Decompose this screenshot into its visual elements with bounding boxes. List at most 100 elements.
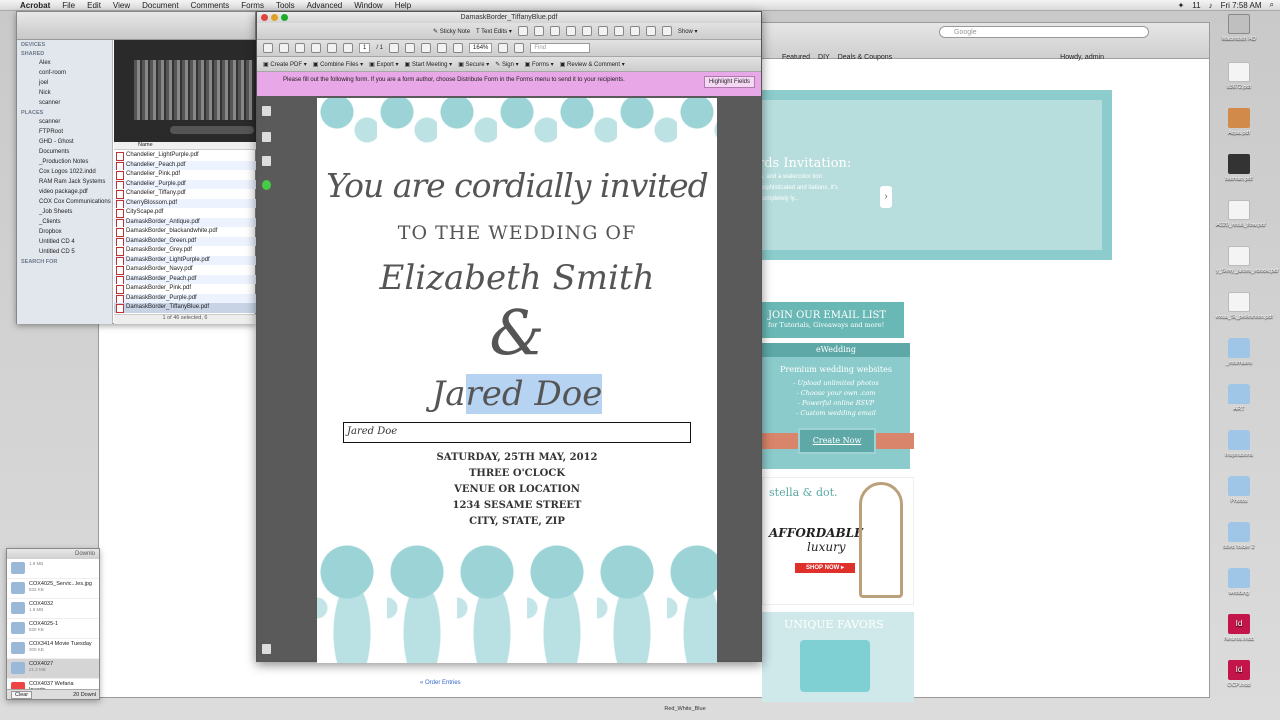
- file-row[interactable]: DamaskBorder_blackandwhite.pdf: [114, 227, 256, 237]
- arrow-icon[interactable]: [613, 26, 624, 36]
- sticky-note-button[interactable]: ✎ Sticky Note: [433, 28, 470, 35]
- secure-button[interactable]: ▣ Secure ▾: [458, 61, 489, 68]
- menu-view[interactable]: View: [107, 1, 136, 10]
- download-item[interactable]: COX3414 Movie Tuesday 300 KB: [7, 639, 99, 659]
- menu-advanced[interactable]: Advanced: [301, 1, 349, 10]
- pages-icon[interactable]: [262, 106, 271, 116]
- desktop-icon-exua[interactable]: exua_Si_pelleshion.pdf: [1216, 292, 1273, 320]
- sidebar-item[interactable]: scanner: [17, 117, 112, 127]
- column-header-name[interactable]: Name: [114, 142, 256, 150]
- desktop-icon-hd[interactable]: Macintosh HD: [1216, 14, 1262, 42]
- desktop-icon-wedding[interactable]: wedding: [1216, 568, 1262, 596]
- email-list-ribbon[interactable]: JOIN OUR EMAIL LIST for Tutorials, Givea…: [762, 302, 904, 338]
- menu-file[interactable]: File: [56, 1, 81, 10]
- sidebar-section-search[interactable]: SEARCH FOR: [17, 257, 112, 266]
- download-item[interactable]: 1.8 MB: [7, 559, 99, 579]
- desktop-icon-retail[interactable]: A020_retail_flow.pdf: [1216, 200, 1266, 228]
- download-item[interactable]: COX4032 1.9 MB: [7, 599, 99, 619]
- file-row[interactable]: DamaskBorder_Green.pdf: [114, 236, 256, 246]
- sidebar-item[interactable]: Dropbox: [17, 227, 112, 237]
- unique-favors-ad[interactable]: UNIQUE FAVORS: [762, 612, 914, 702]
- menu-tools[interactable]: Tools: [270, 1, 301, 10]
- menu-app[interactable]: Acrobat: [14, 1, 56, 10]
- file-row[interactable]: DamaskBorder_Navy.pdf: [114, 265, 256, 275]
- file-row[interactable]: Chandelier_Tiffany.pdf: [114, 189, 256, 199]
- sidebar-item[interactable]: FTPRoot: [17, 127, 112, 137]
- sidebar-item-joel[interactable]: joel: [17, 78, 112, 88]
- zoom-icon[interactable]: [281, 14, 288, 21]
- layers-icon[interactable]: [262, 180, 271, 190]
- menu-window[interactable]: Window: [348, 1, 388, 10]
- next-arrow-icon[interactable]: ›: [880, 186, 892, 208]
- file-row[interactable]: Chandelier_LightPurple.pdf: [114, 151, 256, 161]
- zoom-out-icon[interactable]: [437, 43, 448, 53]
- create-pdf-button[interactable]: ▣ Create PDF ▾: [263, 61, 307, 68]
- groom-name-field[interactable]: Jared Doe: [343, 422, 691, 443]
- desktop-icon-batman[interactable]: batman.pdf: [1216, 154, 1262, 182]
- desktop-icon-untitled[interactable]: titled folder 2: [1216, 522, 1262, 550]
- download-item[interactable]: COX4025-1 830 KB: [7, 619, 99, 639]
- file-row[interactable]: CherryBlossom.pdf: [114, 198, 256, 208]
- warning-icon[interactable]: [533, 26, 544, 36]
- wifi-count[interactable]: 11: [1192, 1, 1200, 10]
- desktop-icon-pdf1[interactable]: s3672.pdf: [1216, 62, 1262, 90]
- cross-out-icon[interactable]: [549, 26, 560, 36]
- file-row[interactable]: CityScape.pdf: [114, 208, 256, 218]
- show-button[interactable]: Show ▾: [678, 28, 698, 35]
- download-item-selected[interactable]: COX4027 21.2 MB: [7, 659, 99, 679]
- attachments-icon[interactable]: [262, 132, 271, 142]
- howdy-admin[interactable]: Howdy, admin: [1060, 54, 1112, 61]
- menu-comments[interactable]: Comments: [185, 1, 236, 10]
- menu-document[interactable]: Document: [136, 1, 184, 10]
- desktop-icon-ocp[interactable]: Id OCP.indd: [1216, 660, 1262, 688]
- sidebar-section-devices[interactable]: DEVICES: [17, 40, 112, 49]
- file-row[interactable]: Chandelier_Purple.pdf: [114, 179, 256, 189]
- ewedding-ad[interactable]: eWedding Premium wedding websites - Uplo…: [762, 343, 914, 469]
- file-row-selected[interactable]: DamaskBorder_TiffanyBlue.pdf: [114, 303, 256, 313]
- sidebar-item[interactable]: video package.pdf: [17, 187, 112, 197]
- review-comment-button[interactable]: ▣ Review & Comment ▾: [560, 61, 625, 68]
- file-row[interactable]: DamaskBorder_Pink.pdf: [114, 284, 256, 294]
- sign-button[interactable]: ✎ Sign ▾: [495, 61, 518, 68]
- file-row[interactable]: DamaskBorder_Antique.pdf: [114, 217, 256, 227]
- sidebar-item[interactable]: _Production Notes: [17, 157, 112, 167]
- find-input[interactable]: Find: [530, 43, 591, 53]
- sidebar-item-scanner[interactable]: scanner: [17, 98, 112, 108]
- desktop-icon-art[interactable]: ART: [1216, 384, 1262, 412]
- file-row[interactable]: Chandelier_Pink.pdf: [114, 170, 256, 180]
- export-button[interactable]: ▣ Export ▾: [369, 61, 398, 68]
- sidebar-item[interactable]: _Job Sheets: [17, 207, 112, 217]
- textbox-icon[interactable]: [565, 26, 576, 36]
- close-icon[interactable]: [261, 14, 268, 21]
- file-row[interactable]: Chandelier_Peach.pdf: [114, 160, 256, 170]
- paperclip-icon[interactable]: [262, 644, 271, 654]
- stella-dot-ad[interactable]: stella & dot. AFFORDABLE luxury SHOP NOW…: [762, 477, 914, 605]
- spotlight-icon[interactable]: ⌕: [1270, 0, 1274, 10]
- minimize-icon[interactable]: [271, 14, 278, 21]
- desktop-icon-juices[interactable]: y_Sexy_juices_ebook.pdf: [1216, 246, 1278, 274]
- combine-files-button[interactable]: ▣ Combine Files ▾: [313, 61, 363, 68]
- sidebar-item-nick[interactable]: Nick: [17, 88, 112, 98]
- desktop-icon-aqua[interactable]: Aqua.pdf: [1216, 108, 1262, 136]
- sidebar-item-alex[interactable]: Alex: [17, 58, 112, 68]
- pencil-icon[interactable]: [661, 26, 672, 36]
- text-edits-button[interactable]: T Text Edits ▾: [476, 28, 512, 35]
- select-tool-icon[interactable]: [389, 43, 400, 53]
- prev-page-icon[interactable]: [327, 43, 337, 53]
- oval-icon[interactable]: [581, 26, 592, 36]
- file-row[interactable]: DamaskBorder_Purple.pdf: [114, 293, 256, 303]
- sidebar-item[interactable]: Cox Logos 1022.indd: [17, 167, 112, 177]
- highlight-fields-button[interactable]: Highlight Fields: [703, 76, 755, 88]
- clock[interactable]: Fri 7:58 AM: [1221, 1, 1262, 10]
- zoom-input[interactable]: 164%: [469, 43, 493, 53]
- adobe-status-icon[interactable]: ✦: [1178, 1, 1185, 10]
- circle-icon[interactable]: [645, 26, 656, 36]
- menu-edit[interactable]: Edit: [81, 1, 107, 10]
- nav-featured[interactable]: Featured: [782, 54, 810, 61]
- signatures-icon[interactable]: [262, 156, 271, 166]
- volume-icon[interactable]: ♪: [1209, 1, 1213, 10]
- forms-button[interactable]: ▣ Forms ▾: [525, 61, 554, 68]
- file-row[interactable]: DamaskBorder_LightPurple.pdf: [114, 255, 256, 265]
- start-meeting-button[interactable]: ▣ Start Meeting ▾: [404, 61, 452, 68]
- sidebar-section-places[interactable]: PLACES: [17, 108, 112, 117]
